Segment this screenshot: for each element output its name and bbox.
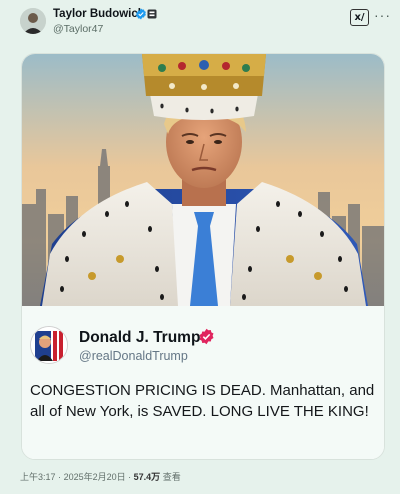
view-count: 57.4万: [133, 472, 161, 482]
post-header: Taylor Budowich @Taylor47 x/ ···: [0, 0, 400, 44]
post-date[interactable]: 2025年2月20日: [64, 472, 126, 482]
post-media[interactable]: Donald J. Trump @realDonaldTrump CONGEST…: [21, 53, 385, 460]
quoted-author-handle[interactable]: @realDonaldTrump: [79, 349, 188, 363]
author-name[interactable]: Taylor Budowich: [53, 8, 145, 20]
verified-badge-icon: [199, 328, 214, 345]
more-options-button[interactable]: ···: [374, 7, 391, 23]
quoted-author-name[interactable]: Donald J. Trump: [79, 329, 200, 347]
meta-separator: ·: [128, 472, 132, 482]
quoted-text: CONGESTION PRICING IS DEAD. Manhattan, a…: [30, 382, 375, 420]
grok-button[interactable]: x/: [350, 9, 369, 26]
quoted-post[interactable]: Donald J. Trump @realDonaldTrump CONGEST…: [22, 306, 384, 459]
affiliation-badge-icon: [147, 9, 157, 19]
king-portrait-image[interactable]: [22, 54, 385, 306]
verified-badge-icon: [136, 8, 146, 20]
post-time[interactable]: 上午3:17: [20, 472, 56, 482]
author-avatar[interactable]: [20, 8, 46, 34]
author-handle[interactable]: @Taylor47: [53, 23, 103, 35]
meta-separator: ·: [58, 472, 62, 482]
quoted-avatar[interactable]: [30, 326, 68, 364]
post-meta: 上午3:17 · 2025年2月20日 · 57.4万 查看: [20, 470, 181, 483]
view-count-label: 查看: [162, 472, 181, 482]
